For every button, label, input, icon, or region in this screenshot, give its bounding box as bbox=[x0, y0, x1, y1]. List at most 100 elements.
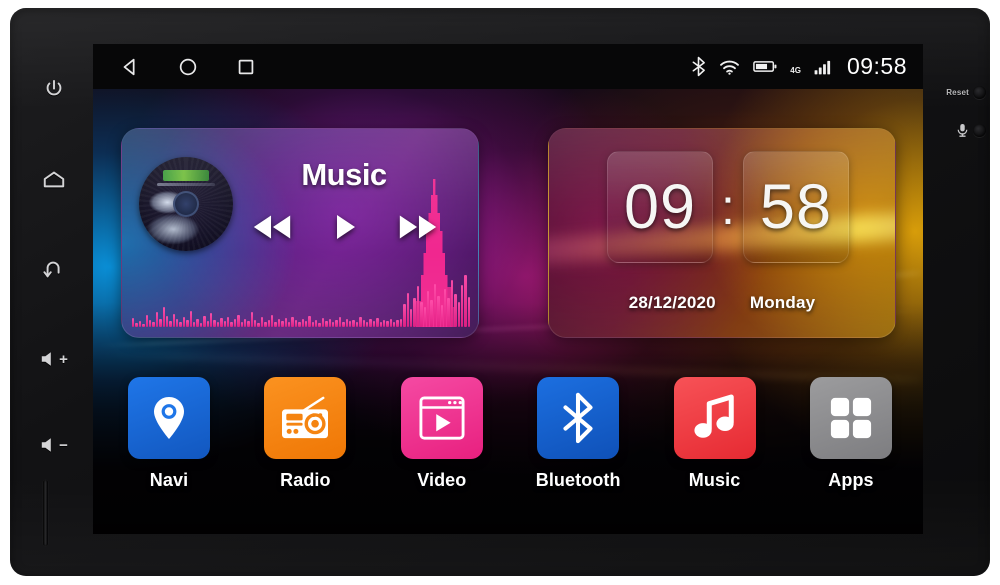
spectrum-bar bbox=[338, 316, 342, 327]
spectrum-bar bbox=[274, 322, 277, 327]
app-shortcut-apps[interactable]: Apps bbox=[797, 377, 905, 491]
app-shortcut-bluetooth[interactable]: Bluetooth bbox=[524, 377, 632, 491]
clock-minutes: 58 bbox=[759, 172, 832, 242]
home-screen-wallpaper: Music 09: 58 28/12/2020 Monday Navi Rad… bbox=[93, 89, 923, 534]
power-button[interactable] bbox=[31, 66, 77, 112]
spectrum-bar bbox=[287, 321, 291, 327]
spectrum-bar bbox=[281, 321, 284, 327]
spectrum-bar bbox=[454, 294, 457, 327]
nav-recents-icon[interactable] bbox=[235, 56, 257, 78]
previous-track-button[interactable] bbox=[250, 212, 294, 242]
app-shortcut-dock: Navi Radio Video Bluetooth Music Apps bbox=[115, 377, 905, 517]
spectrum-bar bbox=[443, 289, 447, 327]
spectrum-bar bbox=[250, 312, 254, 327]
spectrum-bar bbox=[237, 314, 240, 327]
flip-clock: 09 : 58 bbox=[599, 151, 857, 263]
volume-up-label: + bbox=[59, 350, 68, 368]
volume-down-button[interactable]: − bbox=[31, 422, 77, 468]
spectrum-bar bbox=[145, 315, 148, 327]
spectrum-bar bbox=[325, 321, 328, 327]
app-shortcut-navi[interactable]: Navi bbox=[115, 377, 223, 491]
spectrum-bar bbox=[189, 311, 193, 327]
clock-widget[interactable]: 09 : 58 28/12/2020 Monday bbox=[548, 128, 896, 338]
spectrum-bar bbox=[359, 317, 362, 327]
video-label: Video bbox=[417, 470, 467, 490]
clock-minutes-tile: 58 bbox=[742, 151, 849, 263]
map-pin-icon bbox=[149, 394, 189, 442]
spectrum-bar bbox=[267, 319, 271, 327]
spectrum-bar bbox=[165, 316, 169, 327]
spectrum-bar bbox=[393, 321, 396, 327]
spectrum-bar bbox=[335, 320, 338, 327]
music-widget[interactable]: Music bbox=[121, 128, 479, 338]
home-button[interactable] bbox=[31, 156, 77, 202]
music-note-icon bbox=[693, 393, 737, 443]
spectrum-bar bbox=[362, 320, 365, 327]
network-type-label: 4G bbox=[790, 66, 801, 75]
spectrum-bar bbox=[406, 293, 410, 327]
reset-control[interactable]: Reset bbox=[914, 86, 986, 99]
microphone-hole bbox=[973, 124, 986, 137]
back-button[interactable] bbox=[31, 246, 77, 292]
clock-hours-tile: 09 bbox=[607, 151, 714, 263]
spectrum-bar bbox=[213, 319, 216, 327]
spectrum-bar bbox=[379, 322, 382, 327]
disc-center-hub bbox=[173, 191, 199, 217]
volume-up-button[interactable]: + bbox=[31, 336, 77, 382]
music-widget-title: Music bbox=[301, 157, 387, 192]
spectrum-bar bbox=[447, 297, 450, 327]
spectrum-bar bbox=[226, 316, 230, 327]
app-shortcut-music[interactable]: Music bbox=[661, 377, 769, 491]
spectrum-bar bbox=[369, 319, 372, 327]
spectrum-bar bbox=[148, 319, 152, 327]
spectrum-bar bbox=[399, 319, 403, 327]
volume-down-label: − bbox=[59, 436, 68, 454]
app-shortcut-video[interactable]: Video bbox=[388, 377, 496, 491]
navigation-bar bbox=[119, 56, 257, 78]
app-shortcut-radio[interactable]: Radio bbox=[251, 377, 359, 491]
clock-separator: : bbox=[721, 179, 735, 235]
reset-pinhole[interactable] bbox=[973, 86, 986, 99]
music-tile[interactable] bbox=[673, 377, 756, 459]
video-player-icon bbox=[418, 395, 466, 441]
bluetooth-icon bbox=[559, 392, 597, 444]
spectrum-bar bbox=[240, 322, 243, 327]
bluetooth-label: Bluetooth bbox=[535, 470, 621, 490]
apps-tile[interactable] bbox=[809, 377, 892, 459]
hardware-button-rail: + − bbox=[22, 54, 86, 524]
power-icon bbox=[43, 78, 65, 100]
sd-card-slot[interactable] bbox=[43, 480, 48, 546]
spectrum-bar bbox=[301, 318, 304, 327]
spectrum-bar bbox=[352, 319, 355, 327]
spectrum-bar bbox=[230, 321, 233, 327]
android-status-bar: 4G 09:58 bbox=[93, 44, 923, 89]
nav-back-icon[interactable] bbox=[119, 56, 141, 78]
signal-icon bbox=[814, 59, 834, 75]
video-tile[interactable] bbox=[400, 377, 483, 459]
status-bar-clock: 09:58 bbox=[846, 53, 907, 79]
spectrum-bar bbox=[365, 321, 369, 327]
radio-tile[interactable] bbox=[264, 377, 347, 459]
spectrum-bar bbox=[159, 318, 162, 327]
spectrum-bar bbox=[304, 321, 308, 327]
status-icons: 4G 09:58 bbox=[691, 44, 907, 89]
spectrum-bar bbox=[233, 319, 237, 327]
spectrum-bar bbox=[426, 291, 430, 327]
spectrum-bar bbox=[389, 318, 393, 327]
spectrum-bar bbox=[321, 317, 325, 327]
bluetooth-tile[interactable] bbox=[537, 377, 620, 459]
spectrum-bar bbox=[433, 283, 437, 327]
spectrum-bar bbox=[467, 297, 471, 327]
play-button[interactable] bbox=[332, 212, 358, 242]
spectrum-bar bbox=[416, 286, 420, 327]
spectrum-bar bbox=[345, 318, 348, 327]
spectrum-bar bbox=[457, 302, 460, 327]
spectrum-bar bbox=[260, 317, 264, 327]
touchscreen-display: 4G 09:58 Music 09: 58 28/12/2020 Monday… bbox=[93, 44, 923, 534]
spectrum-bar bbox=[372, 321, 376, 327]
next-track-button[interactable] bbox=[396, 212, 440, 242]
navi-tile[interactable] bbox=[128, 377, 210, 459]
music-label: Music bbox=[688, 470, 741, 490]
nav-home-icon[interactable] bbox=[177, 56, 199, 78]
radio-icon bbox=[279, 395, 331, 441]
